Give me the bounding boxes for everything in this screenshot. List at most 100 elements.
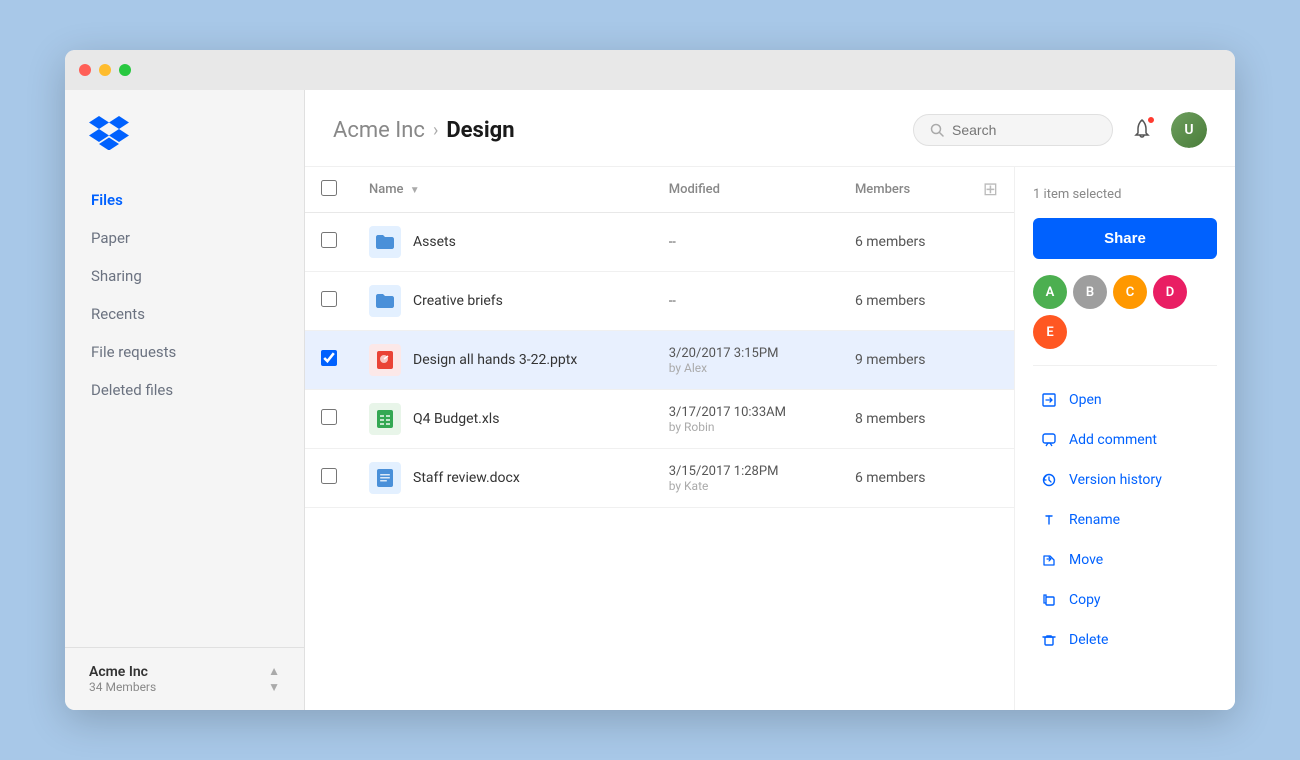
member-avatar[interactable]: D xyxy=(1153,275,1187,309)
column-header-name[interactable]: Name ▼ xyxy=(353,167,653,213)
close-dot[interactable] xyxy=(79,64,91,76)
action-item-copy[interactable]: Copy xyxy=(1033,582,1217,618)
table-row[interactable]: Creative briefs -- 6 members xyxy=(305,272,1014,331)
select-all-checkbox-header[interactable] xyxy=(305,167,353,213)
action-label: Add comment xyxy=(1069,432,1157,448)
modified-by: by Robin xyxy=(669,420,823,434)
main-header: Acme Inc › Design xyxy=(305,90,1235,167)
sidebar: Files Paper Sharing Recents File request… xyxy=(65,90,305,710)
column-header-modified: Modified xyxy=(653,167,839,213)
breadcrumb: Acme Inc › Design xyxy=(333,118,515,143)
row-members-cell: 6 members xyxy=(839,272,967,331)
move-icon xyxy=(1039,550,1059,570)
row-checkbox[interactable] xyxy=(321,468,337,484)
sidebar-item-file-requests[interactable]: File requests xyxy=(77,334,292,370)
selected-count-label: 1 item selected xyxy=(1033,187,1217,202)
action-item-move[interactable]: Move xyxy=(1033,542,1217,578)
table-row[interactable]: Q4 Budget.xls 3/17/2017 10:33AM by Robin… xyxy=(305,390,1014,449)
member-avatar[interactable]: B xyxy=(1073,275,1107,309)
sort-arrow-icon: ▼ xyxy=(410,185,420,196)
expand-collapse-button[interactable]: ▲ ▼ xyxy=(268,664,280,694)
table-row[interactable]: Design all hands 3-22.pptx 3/20/2017 3:1… xyxy=(305,331,1014,390)
rename-icon xyxy=(1039,510,1059,530)
file-name: Design all hands 3-22.pptx xyxy=(413,352,577,368)
share-button[interactable]: Share xyxy=(1033,218,1217,259)
row-name-cell: Design all hands 3-22.pptx xyxy=(353,331,653,390)
action-label: Version history xyxy=(1069,472,1162,488)
action-item-delete[interactable]: Delete xyxy=(1033,622,1217,658)
action-label: Delete xyxy=(1069,632,1108,648)
main-content: Acme Inc › Design xyxy=(305,90,1235,710)
row-modified-cell: 3/17/2017 10:33AM by Robin xyxy=(653,390,839,449)
sidebar-item-deleted-files[interactable]: Deleted files xyxy=(77,372,292,408)
copy-icon xyxy=(1039,590,1059,610)
member-avatars: ABCD E xyxy=(1033,275,1217,349)
row-members-cell: 9 members xyxy=(839,331,967,390)
modified-date: -- xyxy=(669,235,823,250)
members-count: 6 members xyxy=(855,470,926,486)
row-name-cell: Q4 Budget.xls xyxy=(353,390,653,449)
sidebar-footer: Acme Inc 34 Members ▲ ▼ xyxy=(65,647,304,710)
header-right: U xyxy=(913,112,1207,148)
action-list: Open Add comment Version history Rename … xyxy=(1033,382,1217,658)
row-checkbox[interactable] xyxy=(321,409,337,425)
row-checkbox[interactable] xyxy=(321,350,337,366)
maximize-dot[interactable] xyxy=(119,64,131,76)
row-checkbox[interactable] xyxy=(321,232,337,248)
minimize-dot[interactable] xyxy=(99,64,111,76)
notifications-button[interactable] xyxy=(1127,114,1157,147)
sidebar-item-paper[interactable]: Paper xyxy=(77,220,292,256)
action-item-version-history[interactable]: Version history xyxy=(1033,462,1217,498)
member-avatar[interactable]: A xyxy=(1033,275,1067,309)
modified-by: by Kate xyxy=(669,479,823,493)
action-item-rename[interactable]: Rename xyxy=(1033,502,1217,538)
sidebar-item-files[interactable]: Files xyxy=(77,182,292,218)
row-checkbox[interactable] xyxy=(321,291,337,307)
file-area: Name ▼ Modified Members ⊞ xyxy=(305,167,1235,710)
row-checkbox-cell xyxy=(305,390,353,449)
row-actions-cell xyxy=(967,213,1014,272)
row-members-cell: 6 members xyxy=(839,213,967,272)
row-members-cell: 8 members xyxy=(839,390,967,449)
history-icon xyxy=(1039,470,1059,490)
view-toggle-icon[interactable]: ⊞ xyxy=(983,179,998,200)
sidebar-footer-info: Acme Inc 34 Members xyxy=(89,664,156,694)
titlebar xyxy=(65,50,1235,90)
row-actions-cell xyxy=(967,331,1014,390)
action-label: Open xyxy=(1069,392,1102,408)
comment-icon xyxy=(1039,430,1059,450)
user-avatar[interactable]: U xyxy=(1171,112,1207,148)
row-name-cell: Assets xyxy=(353,213,653,272)
action-item-open[interactable]: Open xyxy=(1033,382,1217,418)
member-avatar[interactable]: E xyxy=(1033,315,1067,349)
file-table: Name ▼ Modified Members ⊞ xyxy=(305,167,1014,508)
column-header-members: Members xyxy=(839,167,967,213)
sidebar-nav: Files Paper Sharing Recents File request… xyxy=(65,182,304,647)
modified-date: 3/20/2017 3:15PM xyxy=(669,346,823,361)
sidebar-item-sharing[interactable]: Sharing xyxy=(77,258,292,294)
row-modified-cell: 3/15/2017 1:28PM by Kate xyxy=(653,449,839,508)
search-box[interactable] xyxy=(913,114,1113,146)
action-label: Copy xyxy=(1069,592,1101,608)
file-name: Staff review.docx xyxy=(413,470,520,486)
action-item-add-comment[interactable]: Add comment xyxy=(1033,422,1217,458)
row-name-cell: Staff review.docx xyxy=(353,449,653,508)
file-type-icon xyxy=(369,344,401,376)
modified-date: 3/17/2017 10:33AM xyxy=(669,405,823,420)
row-modified-cell: -- xyxy=(653,213,839,272)
row-checkbox-cell xyxy=(305,272,353,331)
right-panel: 1 item selected Share ABCD E Open Add com… xyxy=(1015,167,1235,710)
row-checkbox-cell xyxy=(305,213,353,272)
row-actions-cell xyxy=(967,449,1014,508)
table-row[interactable]: Staff review.docx 3/15/2017 1:28PM by Ka… xyxy=(305,449,1014,508)
column-header-actions: ⊞ xyxy=(967,167,1014,213)
breadcrumb-separator: › xyxy=(433,120,438,141)
file-type-icon xyxy=(369,226,401,258)
sidebar-item-recents[interactable]: Recents xyxy=(77,296,292,332)
search-input[interactable] xyxy=(952,122,1096,138)
action-label: Move xyxy=(1069,552,1103,568)
member-avatar[interactable]: C xyxy=(1113,275,1147,309)
select-all-checkbox[interactable] xyxy=(321,180,337,196)
table-row[interactable]: Assets -- 6 members xyxy=(305,213,1014,272)
breadcrumb-current: Design xyxy=(446,118,514,143)
